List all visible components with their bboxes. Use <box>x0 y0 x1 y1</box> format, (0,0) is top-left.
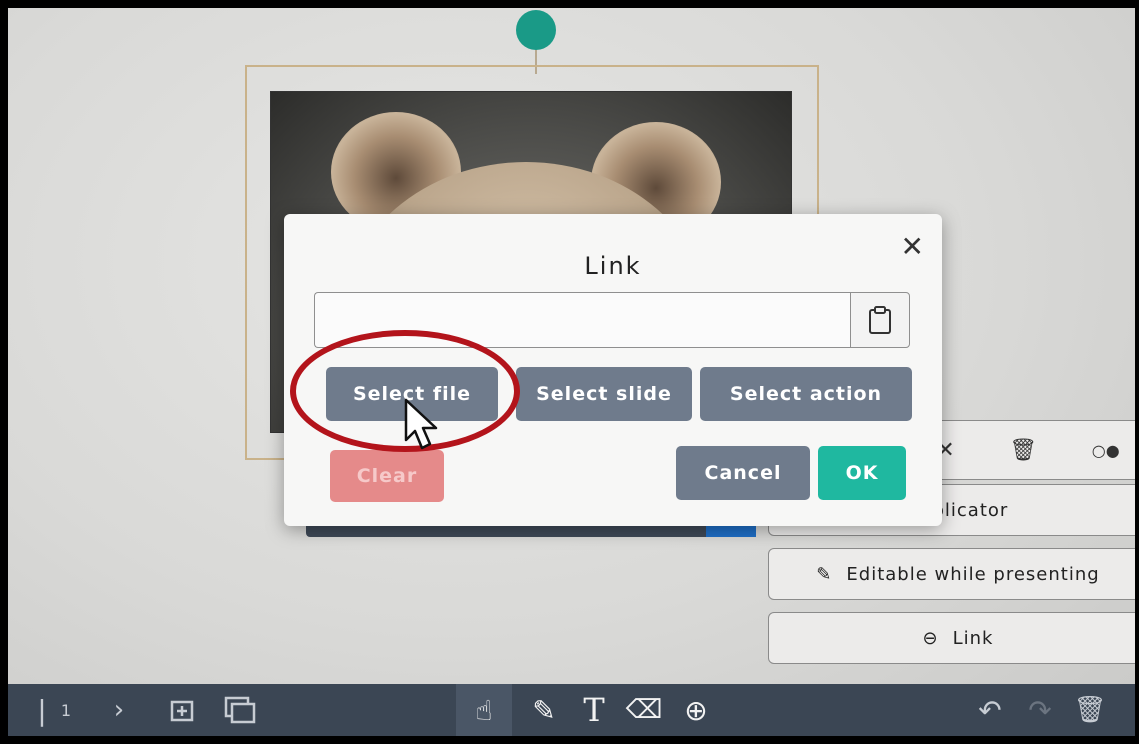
editable-label: Editable while presenting <box>846 563 1100 585</box>
ok-button[interactable]: OK <box>818 446 906 500</box>
select-slide-button[interactable]: Select slide <box>516 367 692 421</box>
trash-icon[interactable]: 🗑 <box>1070 684 1110 736</box>
link-button[interactable]: ⊖ Link <box>768 612 1135 664</box>
dialog-title: Link <box>584 252 642 280</box>
add-page-icon[interactable] <box>164 684 200 736</box>
clear-button[interactable]: Clear <box>330 450 444 502</box>
link-icon: ⊖ <box>922 627 939 649</box>
select-action-button[interactable]: Select action <box>700 367 912 421</box>
redo-icon[interactable]: ↷ <box>1018 684 1062 736</box>
pen-tool-icon[interactable]: ✎ <box>522 684 566 736</box>
page-number: 1 <box>60 700 72 720</box>
duplicate-page-icon[interactable] <box>220 684 260 736</box>
trash-icon[interactable]: 🗑 <box>1009 438 1037 463</box>
mouse-pointer-icon <box>404 398 438 450</box>
pencil-icon: ✎ <box>816 563 833 585</box>
paste-button[interactable] <box>850 292 910 348</box>
divider: | <box>37 693 47 727</box>
hand-tool-icon[interactable]: ☝ <box>456 684 512 736</box>
canvas-area: ✕ 🗑 ○● Replicator ✎ Editable while prese… <box>8 8 1135 736</box>
bottom-toolbar: | 1 › ☝ ✎ T ⌫ ⊕ ↶ ↷ 🗑 <box>8 684 1135 736</box>
add-tool-icon[interactable]: ⊕ <box>676 684 716 736</box>
next-icon[interactable]: › <box>104 684 134 736</box>
editable-while-presenting-button[interactable]: ✎ Editable while presenting <box>768 548 1135 600</box>
link-label: Link <box>952 627 994 649</box>
object-actions-strip: ✕ 🗑 ○● <box>908 420 1135 480</box>
more-icon[interactable]: ○● <box>1092 441 1120 460</box>
undo-icon[interactable]: ↶ <box>968 684 1012 736</box>
cancel-button[interactable]: Cancel <box>676 446 810 500</box>
eraser-tool-icon[interactable]: ⌫ <box>622 684 666 736</box>
clipboard-icon <box>869 306 891 334</box>
text-tool-icon[interactable]: T <box>574 684 614 736</box>
rotate-handle[interactable] <box>516 10 556 50</box>
close-icon[interactable]: ✕ <box>901 230 924 263</box>
